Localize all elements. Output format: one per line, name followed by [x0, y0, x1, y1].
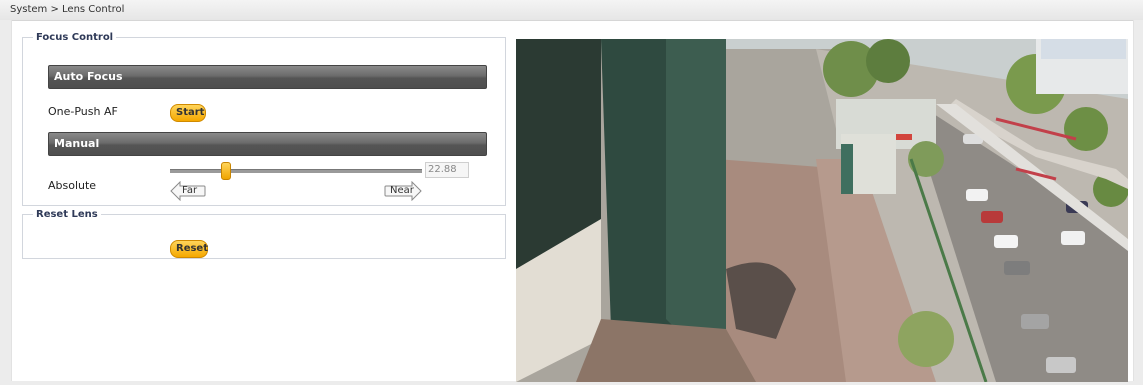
focus-slider-thumb[interactable] [221, 162, 232, 180]
near-button[interactable]: Near [384, 181, 422, 201]
start-button[interactable]: Start [170, 104, 206, 122]
manual-header: Manual [48, 132, 487, 156]
breadcrumb: System > Lens Control [10, 4, 125, 15]
manual-title: Manual [54, 137, 100, 150]
reset-button[interactable]: Reset [170, 240, 208, 258]
auto-focus-header: Auto Focus [48, 65, 487, 89]
one-push-af-label: One-Push AF [48, 105, 118, 118]
reset-lens-panel: Reset Lens Reset [22, 209, 506, 259]
focus-control-legend: Focus Control [36, 32, 114, 43]
left-frame [0, 20, 12, 385]
auto-focus-title: Auto Focus [54, 70, 123, 83]
camera-video-feed[interactable] [516, 39, 1128, 382]
far-label: Far [182, 185, 198, 196]
reset-lens-legend: Reset Lens [36, 209, 98, 220]
far-button[interactable]: Far [170, 181, 206, 201]
focus-control-panel: Focus Control Auto Focus One-Push AF Sta… [22, 32, 506, 206]
near-label: Near [390, 185, 414, 196]
right-frame [1133, 20, 1143, 385]
breadcrumb-bar: System > Lens Control [0, 0, 1143, 21]
focus-slider-track[interactable] [170, 169, 422, 173]
absolute-label: Absolute [48, 179, 97, 192]
camera-image [516, 39, 1128, 382]
focus-value-field[interactable]: 22.88 [425, 162, 469, 178]
